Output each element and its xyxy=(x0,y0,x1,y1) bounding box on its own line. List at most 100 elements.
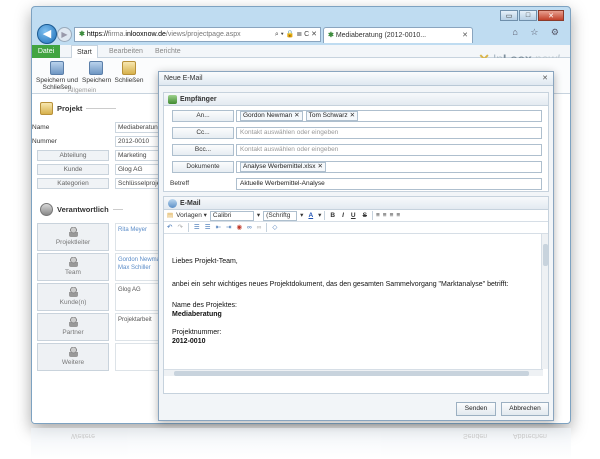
field-row: Kategorien Schlüsselprojekt xyxy=(32,178,175,189)
role-label: Weitere xyxy=(61,359,85,366)
project-heading: Projekt xyxy=(40,100,117,116)
outdent-icon[interactable]: ⇤ xyxy=(216,222,221,234)
url-scheme: https:// xyxy=(86,31,108,38)
tab-close-icon[interactable]: ✕ xyxy=(462,28,468,43)
body-line: Mediaberatung xyxy=(172,311,222,318)
font-chevron-down-icon[interactable]: ▾ xyxy=(257,210,260,222)
address-bar[interactable]: ✱ https://firma.inlooxnow.de/views/projec… xyxy=(74,27,321,42)
remove-chip-icon[interactable]: ✕ xyxy=(294,112,299,119)
close-doc-icon xyxy=(122,61,136,75)
align-left-icon[interactable]: ≡ xyxy=(376,210,380,222)
project-manager-button[interactable]: Projektleiter xyxy=(37,223,109,251)
categories-button[interactable]: Kategorien xyxy=(37,178,109,189)
recipient-chip[interactable]: Gordon Newman ✕ xyxy=(240,111,303,121)
cc-button[interactable]: Cc... xyxy=(172,127,234,139)
minimize-button[interactable]: ▭ xyxy=(500,10,518,21)
redo-icon[interactable]: ↷ xyxy=(177,222,182,234)
body-line: Liebes Projekt-Team, xyxy=(172,258,238,265)
recipient-chip[interactable]: Tom Schwarz ✕ xyxy=(305,111,359,121)
divider xyxy=(371,211,373,220)
customers-button[interactable]: Kunde(n) xyxy=(37,283,109,311)
special-char-icon[interactable]: ◇ xyxy=(272,222,277,234)
tab-bearbeiten[interactable]: Bearbeiten xyxy=(104,45,148,58)
scrollbar-thumb[interactable] xyxy=(543,244,548,266)
color-chevron-down-icon[interactable]: ▾ xyxy=(318,210,321,222)
size-chevron-down-icon[interactable]: ▾ xyxy=(300,210,303,222)
partner-button[interactable]: Partner xyxy=(37,313,109,341)
browser-tab[interactable]: ✱ Mediaberatung (2012-0010... ✕ xyxy=(323,27,473,43)
back-button[interactable]: ◀ xyxy=(37,24,57,44)
email-section: E-Mail ▤ Vorlagen ▾ Calibri ▾ (Schriftg ▾ … xyxy=(163,196,549,394)
remove-chip-icon[interactable]: ✕ xyxy=(318,163,323,170)
scrollbar-thumb[interactable] xyxy=(174,371,529,376)
documents-button[interactable]: Dokumente xyxy=(172,161,234,173)
person-icon xyxy=(68,287,78,297)
field-label: Nummer xyxy=(32,138,57,145)
dialog-close-icon[interactable]: ✕ xyxy=(542,72,548,86)
bold-button[interactable]: B xyxy=(328,210,337,222)
person-icon xyxy=(68,257,78,267)
send-button[interactable]: Senden xyxy=(456,402,496,416)
align-right-icon[interactable]: ≡ xyxy=(390,210,394,222)
to-button[interactable]: An... xyxy=(172,110,234,122)
department-button[interactable]: Abteilung xyxy=(37,150,109,161)
ribbon-group-label: Allgemein xyxy=(67,87,97,94)
divider xyxy=(324,211,326,220)
close-button[interactable]: Schließen xyxy=(114,61,144,84)
forward-button[interactable]: ▶ xyxy=(57,27,72,42)
remove-link-icon[interactable]: ∞ xyxy=(257,222,262,234)
responsible-row: Projektleiter Rita Meyer xyxy=(37,223,175,253)
documents-field[interactable]: Analyse Werbemittel.xlsx ✕ xyxy=(236,161,542,173)
horizontal-scrollbar[interactable] xyxy=(164,369,543,376)
responsible-row: Weitere xyxy=(37,343,175,373)
tab-berichte[interactable]: Berichte xyxy=(150,45,186,58)
italic-button[interactable]: I xyxy=(340,210,346,222)
document-chip[interactable]: Analyse Werbemittel.xlsx ✕ xyxy=(240,162,326,172)
font-size-dropdown[interactable]: (Schriftg xyxy=(263,210,298,221)
reflection-text: Abbrechen xyxy=(513,432,547,439)
remove-chip-icon[interactable]: ✕ xyxy=(350,112,355,119)
format-toolbar: ▤ Vorlagen ▾ Calibri ▾ (Schriftg ▾ A ▾ B I … xyxy=(164,210,548,222)
cancel-button[interactable]: Abbrechen xyxy=(501,402,549,416)
font-dropdown[interactable]: Calibri xyxy=(209,210,254,221)
bcc-field[interactable]: Kontakt auswählen oder eingeben xyxy=(236,144,542,156)
email-body-editor[interactable]: Liebes Projekt-Team, anbei ein sehr wich… xyxy=(164,234,548,376)
align-center-icon[interactable]: ≡ xyxy=(383,210,387,222)
underline-button[interactable]: U xyxy=(349,210,358,222)
strikethrough-button[interactable]: S xyxy=(361,210,369,222)
tab-datei[interactable]: Datei xyxy=(32,45,60,58)
undo-icon[interactable]: ↶ xyxy=(167,222,172,234)
close-window-button[interactable]: ✕ xyxy=(538,10,564,21)
font-color-button[interactable]: A xyxy=(306,210,315,222)
email-icon xyxy=(168,198,177,208)
responsible-heading: Verantwortlich xyxy=(40,201,123,217)
recipients-icon xyxy=(168,94,177,104)
body-line: 2012-0010 xyxy=(172,338,206,345)
save-button[interactable]: Speichern xyxy=(82,61,111,84)
indent-icon[interactable]: ⇥ xyxy=(226,222,231,234)
subject-field[interactable]: Aktuelle Werbemittel-Analyse xyxy=(236,178,542,190)
vertical-scrollbar[interactable] xyxy=(541,234,548,369)
templates-dropdown[interactable]: Vorlagen ▾ xyxy=(176,210,207,222)
dialog-footer: Senden Abbrechen xyxy=(159,400,555,420)
reflection-text: Weitere xyxy=(71,432,95,439)
numbered-list-icon[interactable]: ☰ xyxy=(194,222,200,234)
justify-icon[interactable]: ≡ xyxy=(396,210,400,222)
team-button[interactable]: Team xyxy=(37,253,109,281)
maximize-button[interactable]: □ xyxy=(519,10,537,21)
to-field[interactable]: Gordon Newman ✕ Tom Schwarz ✕ xyxy=(236,110,542,122)
to-row: An... Gordon Newman ✕ Tom Schwarz ✕ xyxy=(164,110,550,123)
cc-field[interactable]: Kontakt auswählen oder eingeben xyxy=(236,127,542,139)
address-tools-icons[interactable]: ⌕ ▾ 🔒 ≣ C ✕ xyxy=(275,28,317,41)
browser-toolbar-icons[interactable]: ⌂ ☆ ⚙ xyxy=(512,27,564,38)
customer-button[interactable]: Kunde xyxy=(37,164,109,175)
bullet-list-icon[interactable]: ☰ xyxy=(205,222,211,234)
responsible-heading-label: Verantwortlich xyxy=(57,204,109,214)
divider xyxy=(112,208,123,210)
responsible-row: Partner Projektarbeit xyxy=(37,313,175,343)
further-button[interactable]: Weitere xyxy=(37,343,109,371)
insert-image-icon[interactable]: ◉ xyxy=(236,222,242,234)
insert-link-icon[interactable]: ∞ xyxy=(247,222,252,234)
bcc-button[interactable]: Bcc... xyxy=(172,144,234,156)
tab-start[interactable]: Start xyxy=(71,45,98,58)
